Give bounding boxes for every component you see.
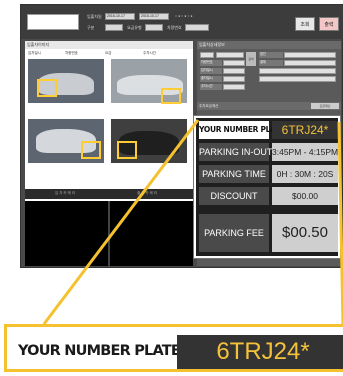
plate-filter-field[interactable] [185, 24, 209, 31]
detail-field-duration[interactable] [223, 84, 245, 90]
plate-highlight-4 [117, 141, 137, 159]
radio-filter-group[interactable]: ○ ● ○ ● ○ ● [175, 14, 193, 18]
period-label: 입출차일 [87, 14, 102, 19]
discount-value: $00.00 [272, 187, 338, 205]
fee-section-header: 주차요금계산 요금계산 [197, 102, 341, 110]
image-panel: 입출차이미지 입차일시 차량번호 요금 주차시간 입 차 카 메 라 출 차 카… [25, 41, 193, 266]
detail-select-2[interactable] [216, 52, 244, 58]
plate-highlight-3 [81, 141, 101, 159]
col-header-duration: 주차시간 [143, 51, 156, 55]
detail-field-discount[interactable] [284, 52, 336, 58]
zoomed-plate-callout: YOUR NUMBER PLATE 6TRJ24* [4, 324, 343, 372]
camera-label-entry: 입 차 카 메 라 [55, 191, 75, 195]
camera-labels-row: 입 차 카 메 라 출 차 카 메 라 [25, 189, 193, 199]
detail-field-in[interactable] [223, 68, 245, 74]
search-button[interactable]: 조회 [295, 17, 315, 31]
plate-label: YOUR NUMBER PLATE [199, 121, 285, 139]
detail-label-out: 출차일시 [200, 76, 222, 82]
type-select[interactable] [105, 24, 123, 31]
zoomed-plate-label: YOUR NUMBER PLATE [18, 343, 181, 359]
col-header-in-time: 입차일시 [28, 51, 41, 55]
detail-select-1[interactable] [200, 52, 214, 58]
detail-panel-header: 입출차상세정보 [197, 41, 341, 49]
camera-label-exit: 출 차 카 메 라 [137, 191, 157, 195]
parking-time-value: 0H : 30M : 20S [272, 165, 338, 183]
plate-label: 차량번호 [167, 25, 182, 30]
parking-receipt-panel: YOUR NUMBER PLATE 6TRJ24* PARKING IN-OUT… [193, 115, 341, 259]
fee-calc-button[interactable]: 요금계산 [311, 103, 339, 109]
camera-divider [108, 201, 110, 266]
parking-time-label: PARKING TIME [199, 165, 269, 183]
date-to-field[interactable]: 2016-10-17 [139, 13, 169, 20]
date-from-field[interactable]: 2016-10-17 [105, 13, 135, 20]
toolbar: 입출차일 2016-10-17 2016-10-17 ○ ● ○ ● ○ ● 구… [21, 5, 343, 39]
discount-label: DISCOUNT [199, 187, 269, 205]
plate-search-input[interactable] [27, 14, 79, 30]
zoomed-plate-value: 6TRJ24* [177, 335, 343, 369]
detail-label-duration: 주차시간 [200, 84, 222, 90]
export-button[interactable]: 출력 [319, 17, 339, 31]
detail-field-out[interactable] [223, 76, 245, 82]
detail-search-button[interactable]: 검색 [246, 52, 256, 66]
detail-label-discount: 할인 [259, 52, 283, 58]
detail-field-plate[interactable] [223, 60, 245, 66]
in-out-label: PARKING IN-OUT [199, 143, 272, 161]
plate-highlight-2 [161, 88, 181, 104]
detail-label-in: 입차일시 [200, 68, 222, 74]
fee-type-label: 요금유형 [127, 25, 142, 30]
col-header-fee: 요금 [105, 51, 112, 55]
parking-fee-value: $00.50 [272, 214, 338, 252]
type-label: 구분 [87, 25, 95, 30]
detail-label-plate: 차량번호 [200, 60, 222, 66]
detail-field-payment[interactable] [284, 60, 336, 66]
parking-fee-label: PARKING FEE [199, 214, 269, 252]
image-panel-header: 입출차이미지 [25, 41, 193, 49]
plate-highlight-1 [37, 79, 57, 97]
detail-label-payment: 결제 [259, 60, 283, 66]
fee-type-select[interactable] [145, 24, 163, 31]
in-out-value: 3:45PM - 4:15PM [272, 143, 338, 161]
detail-field-extra-2[interactable] [259, 76, 336, 82]
plate-value: 6TRJ24* [272, 121, 338, 139]
fee-section-title: 주차요금계산 [199, 104, 219, 108]
col-header-plate: 차량번호 [65, 51, 78, 55]
detail-field-extra-1[interactable] [259, 68, 336, 74]
